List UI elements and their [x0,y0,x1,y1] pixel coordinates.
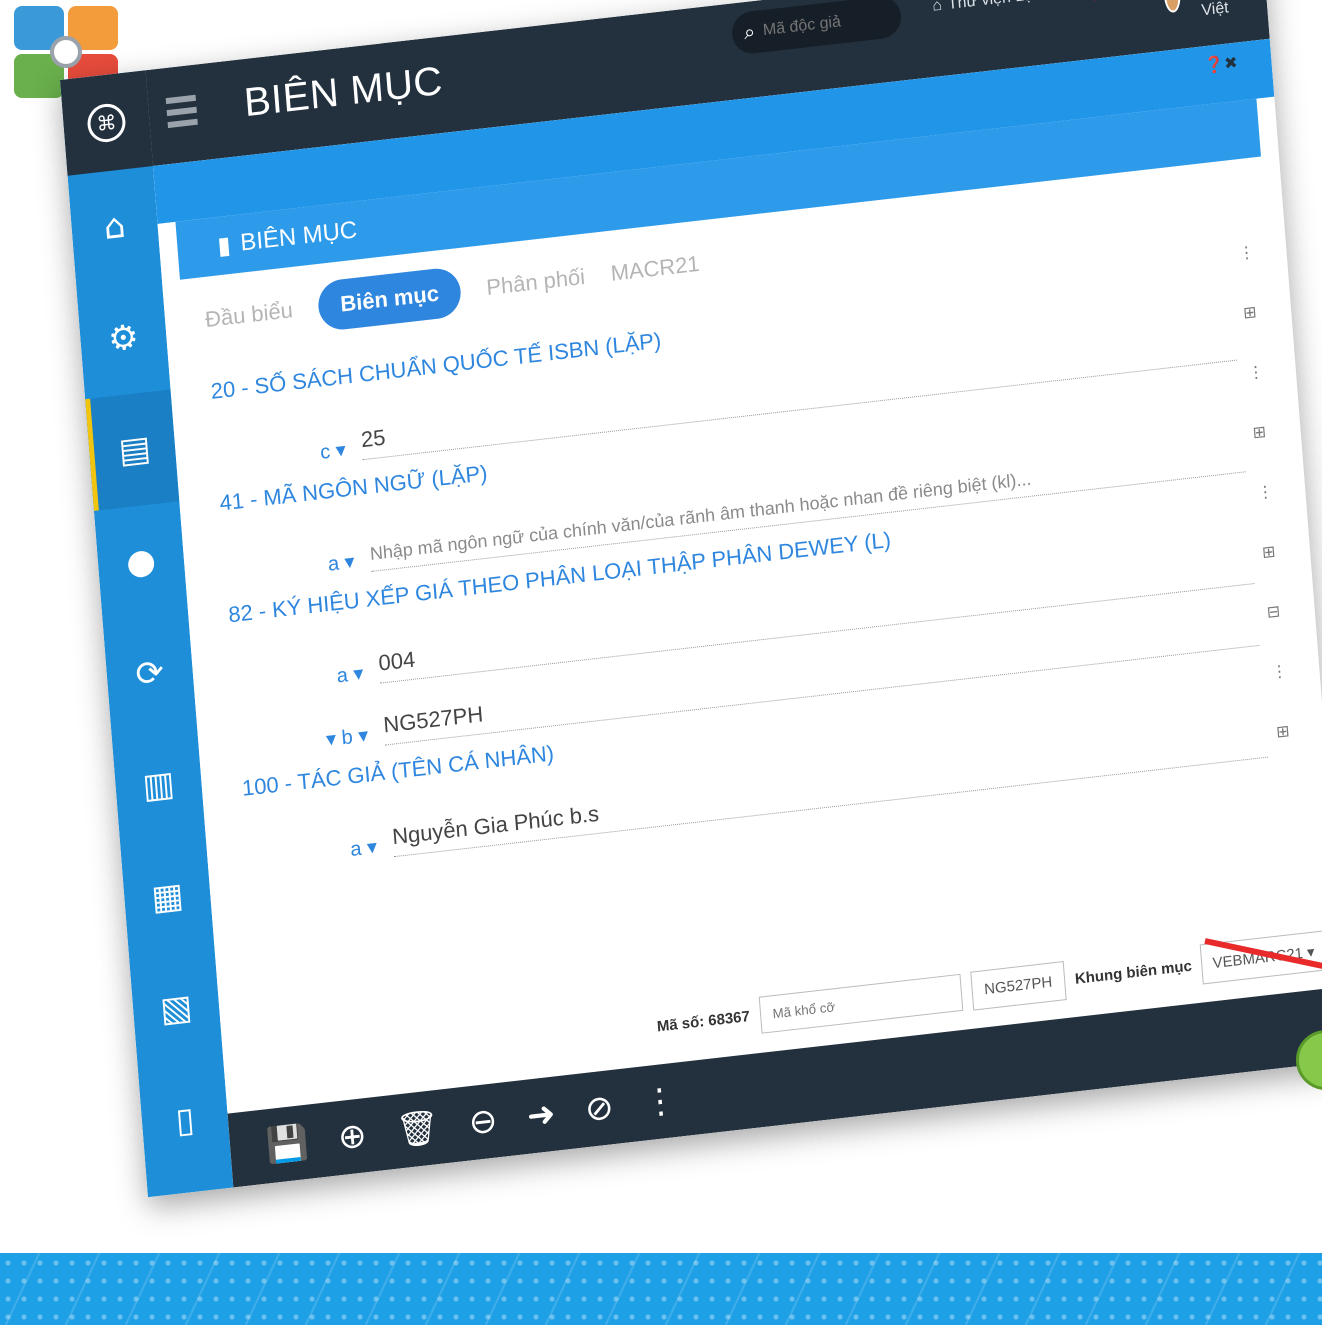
chevron-down-icon: ▾ [1185,0,1195,5]
menu-toggle-icon[interactable] [165,94,199,134]
app-window: ⌘ ⌂ ⚙ ▤ ● ⟳ ▥ ▦ ▧ ▯ ❐ BIÊN MỤC ⌕ ⌂ [60,0,1322,1198]
stage: ⌘ ⌂ ⚙ ▤ ● ⟳ ▥ ▦ ▧ ▯ ❐ BIÊN MỤC ⌕ ⌂ [0,0,1322,1325]
subfield-code[interactable]: c ▾ [285,437,347,469]
decorative-band [0,1253,1322,1325]
subfield-code[interactable]: a ▾ [294,549,356,581]
cancel-icon[interactable]: ⊘ [584,1087,615,1130]
user-menu[interactable]: ▾ Quản trị viên Lạc Việt [1162,0,1268,24]
panel-title: BIÊN MỤC [239,216,359,257]
search-icon: ⌕ [743,20,756,44]
user-name: Quản trị viên Lạc Việt [1199,0,1260,20]
book-icon[interactable]: ▤ [85,389,180,511]
library-menu[interactable]: ⌂ Thư viện Lạc V... ▾ [932,0,1083,17]
subfield-code[interactable]: ▾ b ▾ [308,722,370,754]
keyboard-icon[interactable]: ▦ [120,836,214,957]
trash-icon[interactable]: 🗑 [395,1107,441,1152]
brand-logo[interactable]: ⌘ [60,70,153,176]
search-box[interactable]: ⌕ [730,0,903,56]
search-input[interactable] [762,9,874,41]
calendar-icon[interactable]: ▧ [129,948,223,1069]
subfield-code[interactable]: a ▾ [316,834,378,866]
help-close-icons[interactable]: ❓✖ [1204,53,1239,77]
save-icon[interactable]: 💾 [265,1122,310,1167]
more-icon[interactable]: ⋮ [642,1080,679,1124]
file-icon[interactable]: ▯ [138,1060,232,1181]
call-number-field[interactable]: NG527PH [969,960,1067,1011]
brand-icon: ⌘ [86,101,127,145]
tab-bien-muc[interactable]: Biên mục [316,266,463,333]
page-title: BIÊN MỤC [242,58,445,126]
framework-select[interactable]: VEBMARC21 ▾ [1200,930,1322,985]
book-small-icon: ▮ [216,231,232,260]
gear-icon[interactable]: ⚙ [76,278,170,399]
arrow-left-icon[interactable]: ⊖ [467,1100,498,1143]
arrow-right-icon[interactable]: ➜ [525,1094,556,1137]
home-icon[interactable]: ⌂ [68,166,162,287]
chevron-down-icon: ▾ [1073,0,1083,1]
zoom-in-icon[interactable]: ⊕ [337,1115,368,1158]
chart-icon[interactable]: ▥ [112,725,206,846]
library-label: Thư viện Lạc V... [947,0,1068,14]
user-icon[interactable]: ● [94,501,188,622]
record-id: Mã số: 68367 [656,1007,751,1035]
tab-phan-phoi[interactable]: Phân phối [485,264,585,301]
size-code-input[interactable] [758,973,963,1034]
home-small-icon: ⌂ [931,0,943,15]
tab-macr21[interactable]: MACR21 [610,251,701,287]
avatar [1162,0,1182,14]
tab-dau-bieu[interactable]: Đầu biểu [204,297,294,333]
framework-label: Khung biên mục [1074,957,1193,988]
refresh-icon[interactable]: ⟳ [103,613,197,734]
